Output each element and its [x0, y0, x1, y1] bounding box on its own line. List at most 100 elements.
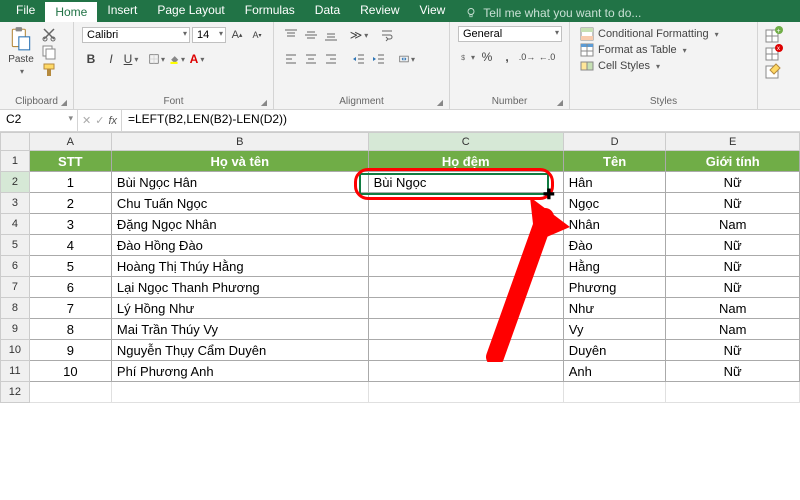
- alignment-launcher[interactable]: ◢: [437, 98, 443, 107]
- cell[interactable]: Lại Ngọc Thanh Phương: [111, 277, 368, 298]
- row-header-6[interactable]: 6: [1, 256, 30, 277]
- align-left-icon[interactable]: [282, 50, 300, 68]
- cell[interactable]: Đào: [563, 235, 666, 256]
- bold-button[interactable]: B: [82, 50, 100, 68]
- cell[interactable]: Phí Phương Anh: [111, 361, 368, 382]
- row-header-2[interactable]: 2: [1, 172, 30, 193]
- cell[interactable]: [368, 277, 563, 298]
- insert-cells-icon[interactable]: +: [764, 26, 784, 44]
- cell[interactable]: Đào Hồng Đào: [111, 235, 368, 256]
- cell[interactable]: 9: [29, 340, 111, 361]
- increase-indent-icon[interactable]: [370, 50, 388, 68]
- cell[interactable]: Họ và tên: [111, 151, 368, 172]
- cell-styles-button[interactable]: Cell Styles▾: [576, 58, 664, 74]
- cell[interactable]: 6: [29, 277, 111, 298]
- row-header-3[interactable]: 3: [1, 193, 30, 214]
- conditional-formatting-button[interactable]: Conditional Formatting▾: [576, 26, 723, 42]
- align-bottom-icon[interactable]: [322, 26, 340, 44]
- delete-cells-icon[interactable]: x: [764, 44, 784, 62]
- worksheet-grid[interactable]: A B C D E 1 STT Họ và tên Họ đệm Tên Giớ…: [0, 132, 800, 403]
- col-header-b[interactable]: B: [111, 133, 368, 151]
- cell[interactable]: Nữ: [666, 340, 800, 361]
- cell[interactable]: Nữ: [666, 256, 800, 277]
- decrease-indent-icon[interactable]: [350, 50, 368, 68]
- row-header-4[interactable]: 4: [1, 214, 30, 235]
- increase-decimal-icon[interactable]: .0→: [518, 48, 536, 66]
- cell[interactable]: Như: [563, 298, 666, 319]
- format-cells-icon[interactable]: [764, 62, 784, 80]
- tab-page-layout[interactable]: Page Layout: [147, 0, 234, 22]
- cell[interactable]: Nữ: [666, 361, 800, 382]
- row-header-7[interactable]: 7: [1, 277, 30, 298]
- wrap-text-button[interactable]: [378, 26, 396, 44]
- number-format-combo[interactable]: General: [458, 26, 562, 42]
- increase-font-icon[interactable]: A▴: [228, 26, 246, 44]
- tab-data[interactable]: Data: [305, 0, 350, 22]
- comma-button[interactable]: ,: [498, 48, 516, 66]
- cell[interactable]: 1: [29, 172, 111, 193]
- cell[interactable]: Nữ: [666, 277, 800, 298]
- cell[interactable]: Vy: [563, 319, 666, 340]
- cell[interactable]: Phương: [563, 277, 666, 298]
- cell[interactable]: STT: [29, 151, 111, 172]
- tab-formulas[interactable]: Formulas: [235, 0, 305, 22]
- enter-formula-icon[interactable]: ✓: [95, 114, 104, 127]
- col-header-c[interactable]: C: [368, 133, 563, 151]
- cell[interactable]: Hân: [563, 172, 666, 193]
- tab-file[interactable]: File: [6, 0, 45, 22]
- row-header-9[interactable]: 9: [1, 319, 30, 340]
- copy-icon[interactable]: [41, 44, 57, 60]
- formula-input[interactable]: =LEFT(B2,LEN(B2)-LEN(D2)): [122, 110, 800, 131]
- decrease-font-icon[interactable]: A▾: [248, 26, 266, 44]
- cell[interactable]: Nguyễn Thụy Cẩm Duyên: [111, 340, 368, 361]
- cell[interactable]: Tên: [563, 151, 666, 172]
- number-launcher[interactable]: ◢: [557, 98, 563, 107]
- font-color-button[interactable]: A▾: [188, 50, 206, 68]
- format-as-table-button[interactable]: Format as Table▾: [576, 42, 691, 58]
- cell[interactable]: Mai Trần Thúy Vy: [111, 319, 368, 340]
- font-launcher[interactable]: ◢: [261, 98, 267, 107]
- cell[interactable]: Anh: [563, 361, 666, 382]
- row-header-11[interactable]: 11: [1, 361, 30, 382]
- borders-button[interactable]: ▾: [148, 50, 166, 68]
- cell[interactable]: 7: [29, 298, 111, 319]
- percent-button[interactable]: %: [478, 48, 496, 66]
- font-name-combo[interactable]: Calibri: [82, 27, 190, 43]
- cell[interactable]: [368, 361, 563, 382]
- paste-button[interactable]: Paste ▾: [4, 24, 38, 78]
- cell[interactable]: Hằng: [563, 256, 666, 277]
- cell[interactable]: [111, 382, 368, 403]
- cell[interactable]: 8: [29, 319, 111, 340]
- underline-button[interactable]: U▾: [122, 50, 140, 68]
- orientation-button[interactable]: ≫▾: [350, 26, 368, 44]
- cell[interactable]: [29, 382, 111, 403]
- col-header-d[interactable]: D: [563, 133, 666, 151]
- font-size-combo[interactable]: 14: [192, 27, 226, 43]
- tab-insert[interactable]: Insert: [97, 0, 147, 22]
- cell[interactable]: Nam: [666, 214, 800, 235]
- cell[interactable]: Nam: [666, 319, 800, 340]
- cell[interactable]: Đặng Ngọc Nhân: [111, 214, 368, 235]
- cut-icon[interactable]: [41, 26, 57, 42]
- row-header-1[interactable]: 1: [1, 151, 30, 172]
- accounting-format-button[interactable]: $▾: [458, 48, 476, 66]
- align-center-icon[interactable]: [302, 50, 320, 68]
- cell[interactable]: 3: [29, 214, 111, 235]
- cell[interactable]: 2: [29, 193, 111, 214]
- cell[interactable]: [368, 340, 563, 361]
- cancel-formula-icon[interactable]: ✕: [82, 114, 91, 127]
- clipboard-launcher[interactable]: ◢: [61, 98, 67, 107]
- decrease-decimal-icon[interactable]: ←.0: [538, 48, 556, 66]
- cell[interactable]: Nữ: [666, 172, 800, 193]
- cell[interactable]: Nữ: [666, 235, 800, 256]
- fill-color-button[interactable]: ▾: [168, 50, 186, 68]
- cell[interactable]: 5: [29, 256, 111, 277]
- cell[interactable]: [368, 214, 563, 235]
- cell[interactable]: 10: [29, 361, 111, 382]
- cell-selected[interactable]: Bùi Ngọc: [368, 172, 563, 193]
- merge-center-button[interactable]: ▾: [398, 50, 416, 68]
- cell[interactable]: Chu Tuấn Ngọc: [111, 193, 368, 214]
- cell[interactable]: Lý Hồng Như: [111, 298, 368, 319]
- align-top-icon[interactable]: [282, 26, 300, 44]
- name-box[interactable]: C2: [0, 110, 78, 131]
